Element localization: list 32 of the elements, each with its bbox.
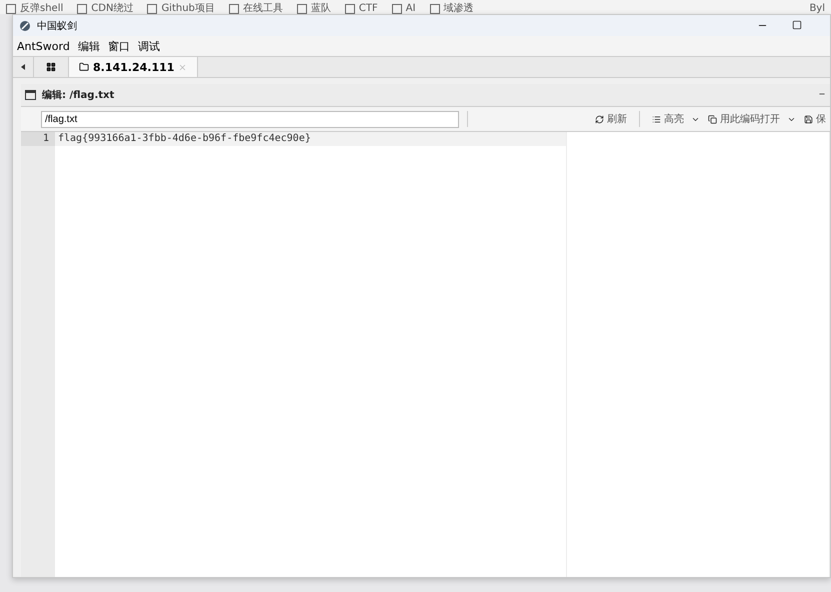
path-field[interactable]: /flag.txt bbox=[41, 110, 459, 128]
refresh-icon bbox=[595, 114, 604, 124]
toolbar-button[interactable]: 保 bbox=[800, 112, 830, 126]
bookmark-link[interactable]: AI bbox=[406, 4, 416, 14]
toolbar-button[interactable]: 用此编码打开 bbox=[704, 112, 800, 126]
folder-icon bbox=[79, 62, 89, 72]
list-icon bbox=[652, 114, 661, 124]
bookmark-link[interactable]: Github项目 bbox=[161, 4, 215, 14]
bookmark-link[interactable]: 蓝队 bbox=[310, 4, 331, 14]
toolbar-button[interactable]: 刷新 bbox=[591, 112, 631, 126]
copy-icon bbox=[708, 114, 717, 124]
menu-item[interactable]: 调试 bbox=[138, 38, 160, 54]
caret-icon bbox=[21, 64, 25, 70]
menu-item[interactable]: 窗口 bbox=[108, 38, 130, 54]
app-logo-icon bbox=[19, 20, 31, 32]
menu-item[interactable]: AntSword bbox=[17, 40, 70, 52]
toolbar-button[interactable]: 高亮 bbox=[648, 112, 704, 126]
panel-title: 编辑: /flag.txt bbox=[42, 88, 114, 102]
window-title: 中国蚁剑 bbox=[37, 20, 77, 32]
window-icon bbox=[25, 90, 36, 100]
menu-item[interactable]: 编辑 bbox=[78, 38, 100, 54]
maximize-icon[interactable] bbox=[792, 20, 802, 30]
bookmark-link[interactable]: CDN绕过 bbox=[91, 4, 134, 14]
bookmark-link[interactable]: 域渗透 bbox=[444, 4, 474, 14]
grid-icon bbox=[46, 62, 56, 72]
bookmark-link[interactable]: 在线工具 bbox=[242, 4, 283, 14]
bookmark-link[interactable]: CTF bbox=[358, 4, 378, 14]
tab[interactable]: 8.141.24.111 bbox=[69, 57, 198, 77]
line-number: 1 bbox=[21, 132, 55, 146]
bookmark-link[interactable]: 反弹shell bbox=[20, 4, 64, 14]
bookmark-link[interactable]: Byl bbox=[809, 4, 825, 14]
save-icon bbox=[804, 114, 813, 124]
